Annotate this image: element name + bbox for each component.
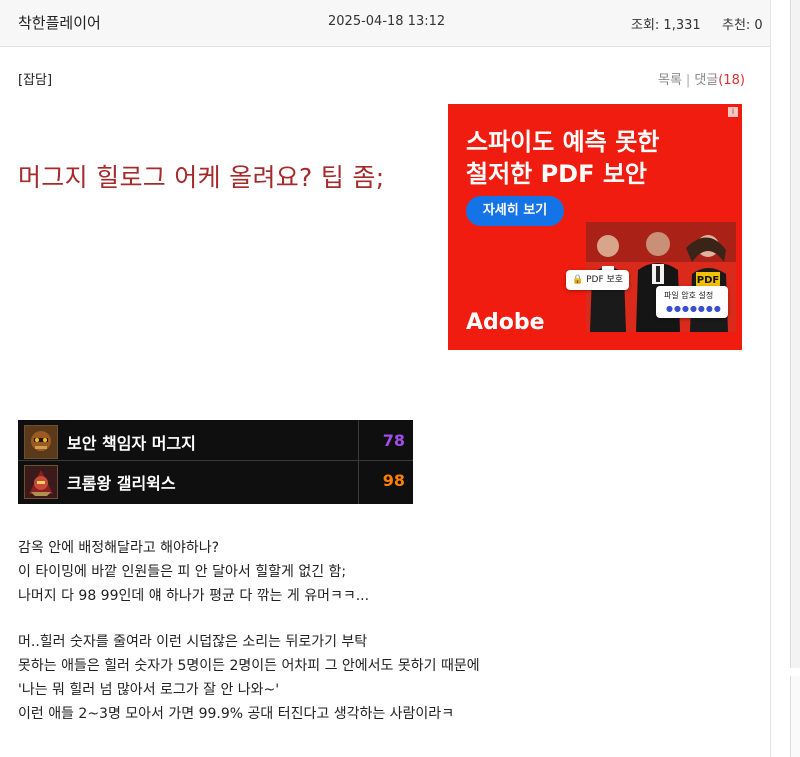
recommend-count: 추천: 0 [722,18,763,33]
post-body: 감옥 안에 배정해달라고 해야하나? 이 타이밍에 바깥 인원들은 피 안 달아… [18,536,480,726]
boss-score: 78 [382,431,405,450]
ad-info-icon[interactable]: i [728,107,738,117]
list-link[interactable]: 목록 [658,73,682,88]
row-divider [18,460,413,461]
boss-log-table: 보안 책임자 머그지 78 크롬왕 갤리윅스 98 [18,420,413,504]
ad-password-tag: 파일 암호 설정 ●●●●●●● [656,286,728,318]
ad-pdf-badge: PDF [697,275,719,286]
post-nav-links: 목록 | 댓글(18) [658,69,745,88]
mugzee-boss-icon [24,425,58,459]
ad-pdf-protect-tag: 🔒 PDF 보호 [566,270,630,290]
body-line: '나는 뭐 힐러 넘 많아서 로그가 잘 안 나와~' [18,682,280,698]
content-border [770,0,771,757]
body-line: 이런 애들 2~3명 모아서 가면 99.9% 공대 터진다고 생각하는 사람이… [18,706,455,722]
body-line: 머..힐러 숫자를 줄여라 이런 시덥잖은 소리는 뒤로가기 부탁 [18,634,368,650]
table-row: 크롬왕 갤리윅스 98 [18,462,413,500]
view-count: 조회: 1,331 [631,18,701,33]
side-panel [790,0,800,668]
comments-label: 댓글 [694,73,719,88]
post-title: 머그지 힐로그 어케 올려요? 팁 좀; [18,163,385,192]
boss-name: 보안 책임자 머그지 [67,434,196,453]
adobe-logo: Adobe [466,310,545,335]
author-name[interactable]: 착한플레이어 [18,12,101,33]
post-date: 2025-04-18 13:12 [328,14,446,29]
body-line: 나머지 다 98 99인데 얘 하나가 평균 다 깎는 게 유머ㅋㅋ... [18,588,370,604]
lock-icon: 🔒 [572,275,584,285]
body-line: 이 타이밍에 바깥 인원들은 피 안 달아서 힐할게 없긴 함; [18,564,347,580]
boss-score: 98 [382,471,405,490]
post-category: [잡담] [18,73,53,88]
table-row: 보안 책임자 머그지 78 [18,422,413,460]
body-line: 못하는 애들은 힐러 숫자가 5명이든 2명이든 어차피 그 안에서도 못하기 … [18,658,480,674]
comments-link[interactable]: 댓글(18) [694,73,745,88]
ad-headline: 스파이도 예측 못한 철저한 PDF 보안 [466,128,660,188]
boss-name: 크롬왕 갤리윅스 [67,474,176,493]
nav-separator: | [685,73,691,88]
ad-cta-button[interactable]: 자세히 보기 [466,196,564,226]
body-line: 감옥 안에 배정해달라고 해야하나? [18,540,220,556]
comments-count: (18) [718,73,745,88]
ad-tag1-label: PDF 보호 [586,275,624,285]
adobe-advertisement[interactable]: i 스파이도 예측 못한 철저한 PDF 보안 자세히 보기 PDF 🔒 PDF… [448,104,742,350]
ad-tag2-label: 파일 암호 설정 [664,291,714,300]
post-header: 착한플레이어 2025-04-18 13:12 조회: 1,331 추천: 0 [0,0,770,47]
password-dots: ●●●●●●● [666,304,722,313]
side-panel-lower [790,676,800,757]
gallywix-boss-icon [24,465,58,499]
